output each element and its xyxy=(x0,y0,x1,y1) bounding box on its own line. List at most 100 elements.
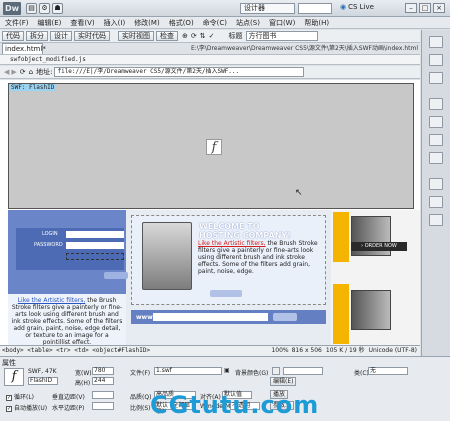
window-size[interactable]: 816 x 506 xyxy=(292,346,322,356)
css-panel-icon[interactable] xyxy=(429,54,443,66)
dreamweaver-logo: Dw xyxy=(3,2,21,15)
assets-panel-icon[interactable] xyxy=(429,116,443,128)
loop-checkbox[interactable]: ✓ xyxy=(6,394,12,401)
hosting-title: WELCOME TO HOSTING COMPANY! xyxy=(199,222,291,240)
ap-elements-icon[interactable] xyxy=(429,72,443,84)
zoom-level[interactable]: 100% xyxy=(271,346,288,356)
bindings-icon[interactable] xyxy=(429,196,443,208)
mouse-cursor-icon: ↖ xyxy=(295,188,303,198)
domain-search-button[interactable] xyxy=(273,313,297,321)
autoplay-option[interactable]: ✓ 自动播放(U) xyxy=(6,403,47,412)
menu-modify[interactable]: 修改(M) xyxy=(134,18,160,28)
title-input[interactable]: 方行图书 xyxy=(245,31,318,41)
related-files-bar: swfobject_modified.js xyxy=(0,54,420,65)
bg-color-input[interactable] xyxy=(283,367,323,375)
split-view-button[interactable]: 拆分 xyxy=(26,31,48,41)
maximize-button[interactable]: □ xyxy=(419,3,431,13)
domain-input[interactable] xyxy=(153,313,268,321)
refresh-icon[interactable]: ⟳ xyxy=(191,32,197,40)
menu-file[interactable]: 文件(F) xyxy=(5,18,29,28)
search-input[interactable] xyxy=(298,3,332,14)
back-icon[interactable]: ◀ xyxy=(4,68,9,76)
site-icon[interactable]: ☗ xyxy=(52,3,63,14)
order-now-button[interactable]: › ORDER NOW xyxy=(351,242,407,251)
class-select[interactable]: 无 xyxy=(368,367,408,375)
properties-title: 属性 xyxy=(2,359,16,367)
bg-color-swatch[interactable] xyxy=(272,367,280,375)
password-input[interactable] xyxy=(66,242,124,249)
swf-type: SWF, 47K xyxy=(28,368,57,375)
vspace-input[interactable] xyxy=(92,391,114,399)
refresh-icon[interactable]: ⟳ xyxy=(20,68,26,76)
width-input[interactable]: 780 xyxy=(92,367,114,375)
cs-live-button[interactable]: ◉ CS Live xyxy=(340,3,374,11)
login-button[interactable] xyxy=(104,272,128,279)
class-label: 类(C) xyxy=(354,370,369,377)
height-input[interactable]: 244 xyxy=(92,377,114,385)
snippets-icon[interactable] xyxy=(429,134,443,146)
extend-icon[interactable]: ⚙ xyxy=(39,3,50,14)
databases-icon[interactable] xyxy=(429,178,443,190)
hosting-link[interactable]: Like the Artistic filters, xyxy=(198,240,266,247)
swf-id-input[interactable]: FlashID xyxy=(28,377,58,385)
menu-help[interactable]: 帮助(H) xyxy=(304,18,329,28)
autoplay-checkbox[interactable]: ✓ xyxy=(6,405,12,412)
code-view-button[interactable]: 代码 xyxy=(2,31,24,41)
design-view-button[interactable]: 设计 xyxy=(50,31,72,41)
folder-icon[interactable]: ▣ xyxy=(224,367,230,374)
autoplay-label: 自动播放(U) xyxy=(14,405,48,412)
menu-window[interactable]: 窗口(W) xyxy=(269,18,295,28)
server-behaviors-icon[interactable] xyxy=(429,214,443,226)
behaviors-icon[interactable] xyxy=(429,152,443,164)
menu-insert[interactable]: 插入(I) xyxy=(104,18,126,28)
address-input[interactable]: file:///E|/李/Dreamweaver CS5/源文件/第2天/插入S… xyxy=(54,67,305,77)
edit-button[interactable]: 编辑(E) xyxy=(270,377,297,386)
promo-link[interactable]: Like the Artistic filters, xyxy=(18,297,86,304)
cs-live-label: CS Live xyxy=(348,3,374,11)
globe-icon[interactable]: ⊕ xyxy=(182,32,188,40)
hosting-description: Like the Artistic filters, the Brush Str… xyxy=(198,240,321,275)
orange-band xyxy=(333,212,349,262)
inspect-button[interactable]: 检查 xyxy=(156,31,178,41)
loop-option[interactable]: ✓ 循环(L) xyxy=(6,392,34,401)
menu-view[interactable]: 查看(V) xyxy=(70,18,94,28)
tag-selector[interactable]: <body> <table> <tr> <td> <object#FlashID… xyxy=(2,346,150,356)
file-label: 文件(F) xyxy=(130,370,151,377)
live-view-button[interactable]: 实时视图 xyxy=(118,31,154,41)
title-bar: Dw ▤ ⚙ ☗ 设计器 ◉ CS Live – □ × xyxy=(0,0,450,17)
live-code-button[interactable]: 实时代码 xyxy=(74,31,110,41)
hosting-banner: WELCOME TO HOSTING COMPANY! Like the Art… xyxy=(131,215,326,305)
related-file-swfobject[interactable]: swfobject_modified.js xyxy=(10,56,86,63)
menu-commands[interactable]: 命令(C) xyxy=(203,18,227,28)
password-label: PASSWORD xyxy=(34,242,63,248)
file-mgmt-icon[interactable]: ⇅ xyxy=(200,32,206,40)
title-label: 标题 xyxy=(228,32,243,40)
file-input[interactable]: 1.swf xyxy=(154,367,222,375)
status-bar: <body> <table> <tr> <td> <object#FlashID… xyxy=(0,345,420,356)
right-column: › ORDER NOW xyxy=(331,210,420,345)
forward-icon[interactable]: ▶ xyxy=(11,68,16,76)
flash-object[interactable]: SWF: FlashID f ↖ xyxy=(8,83,414,209)
close-button[interactable]: × xyxy=(433,3,445,13)
design-view[interactable]: SWF: FlashID f ↖ LOGIN PASSWORD Like the… xyxy=(0,80,420,345)
files-panel-icon[interactable] xyxy=(429,98,443,110)
address-bar: ◀ ▶ ⟳ ⌂ 地址: file:///E|/李/Dreamweaver CS5… xyxy=(0,66,420,79)
promo-text: Like the Artistic filters, the Brush Str… xyxy=(8,294,126,345)
layout-icon[interactable]: ▤ xyxy=(26,3,37,14)
width-label: 宽(W) xyxy=(75,370,92,377)
home-icon[interactable]: ⌂ xyxy=(29,68,33,76)
menu-site[interactable]: 站点(S) xyxy=(236,18,260,28)
workspace-switcher[interactable]: 设计器 xyxy=(240,3,295,14)
menu-format[interactable]: 格式(O) xyxy=(169,18,194,28)
login-input[interactable] xyxy=(66,231,124,238)
minimize-button[interactable]: – xyxy=(405,3,417,13)
check-icon[interactable]: ✓ xyxy=(209,32,215,40)
insert-panel-icon[interactable] xyxy=(429,36,443,48)
hspace-input[interactable] xyxy=(92,402,114,410)
tab-index-html[interactable]: index.html* xyxy=(2,43,46,54)
menu-edit[interactable]: 编辑(E) xyxy=(38,18,62,28)
more-button[interactable] xyxy=(210,290,242,297)
hosting-title-line2: HOSTING COMPANY! xyxy=(199,231,291,240)
bg-color-label: 背景颜色(G) xyxy=(235,370,269,377)
document-toolbar: 代码 拆分 设计 实时代码 实时视图 检查 ⊕ ⟳ ⇅ ✓ 标题 方行图书 xyxy=(0,30,420,43)
